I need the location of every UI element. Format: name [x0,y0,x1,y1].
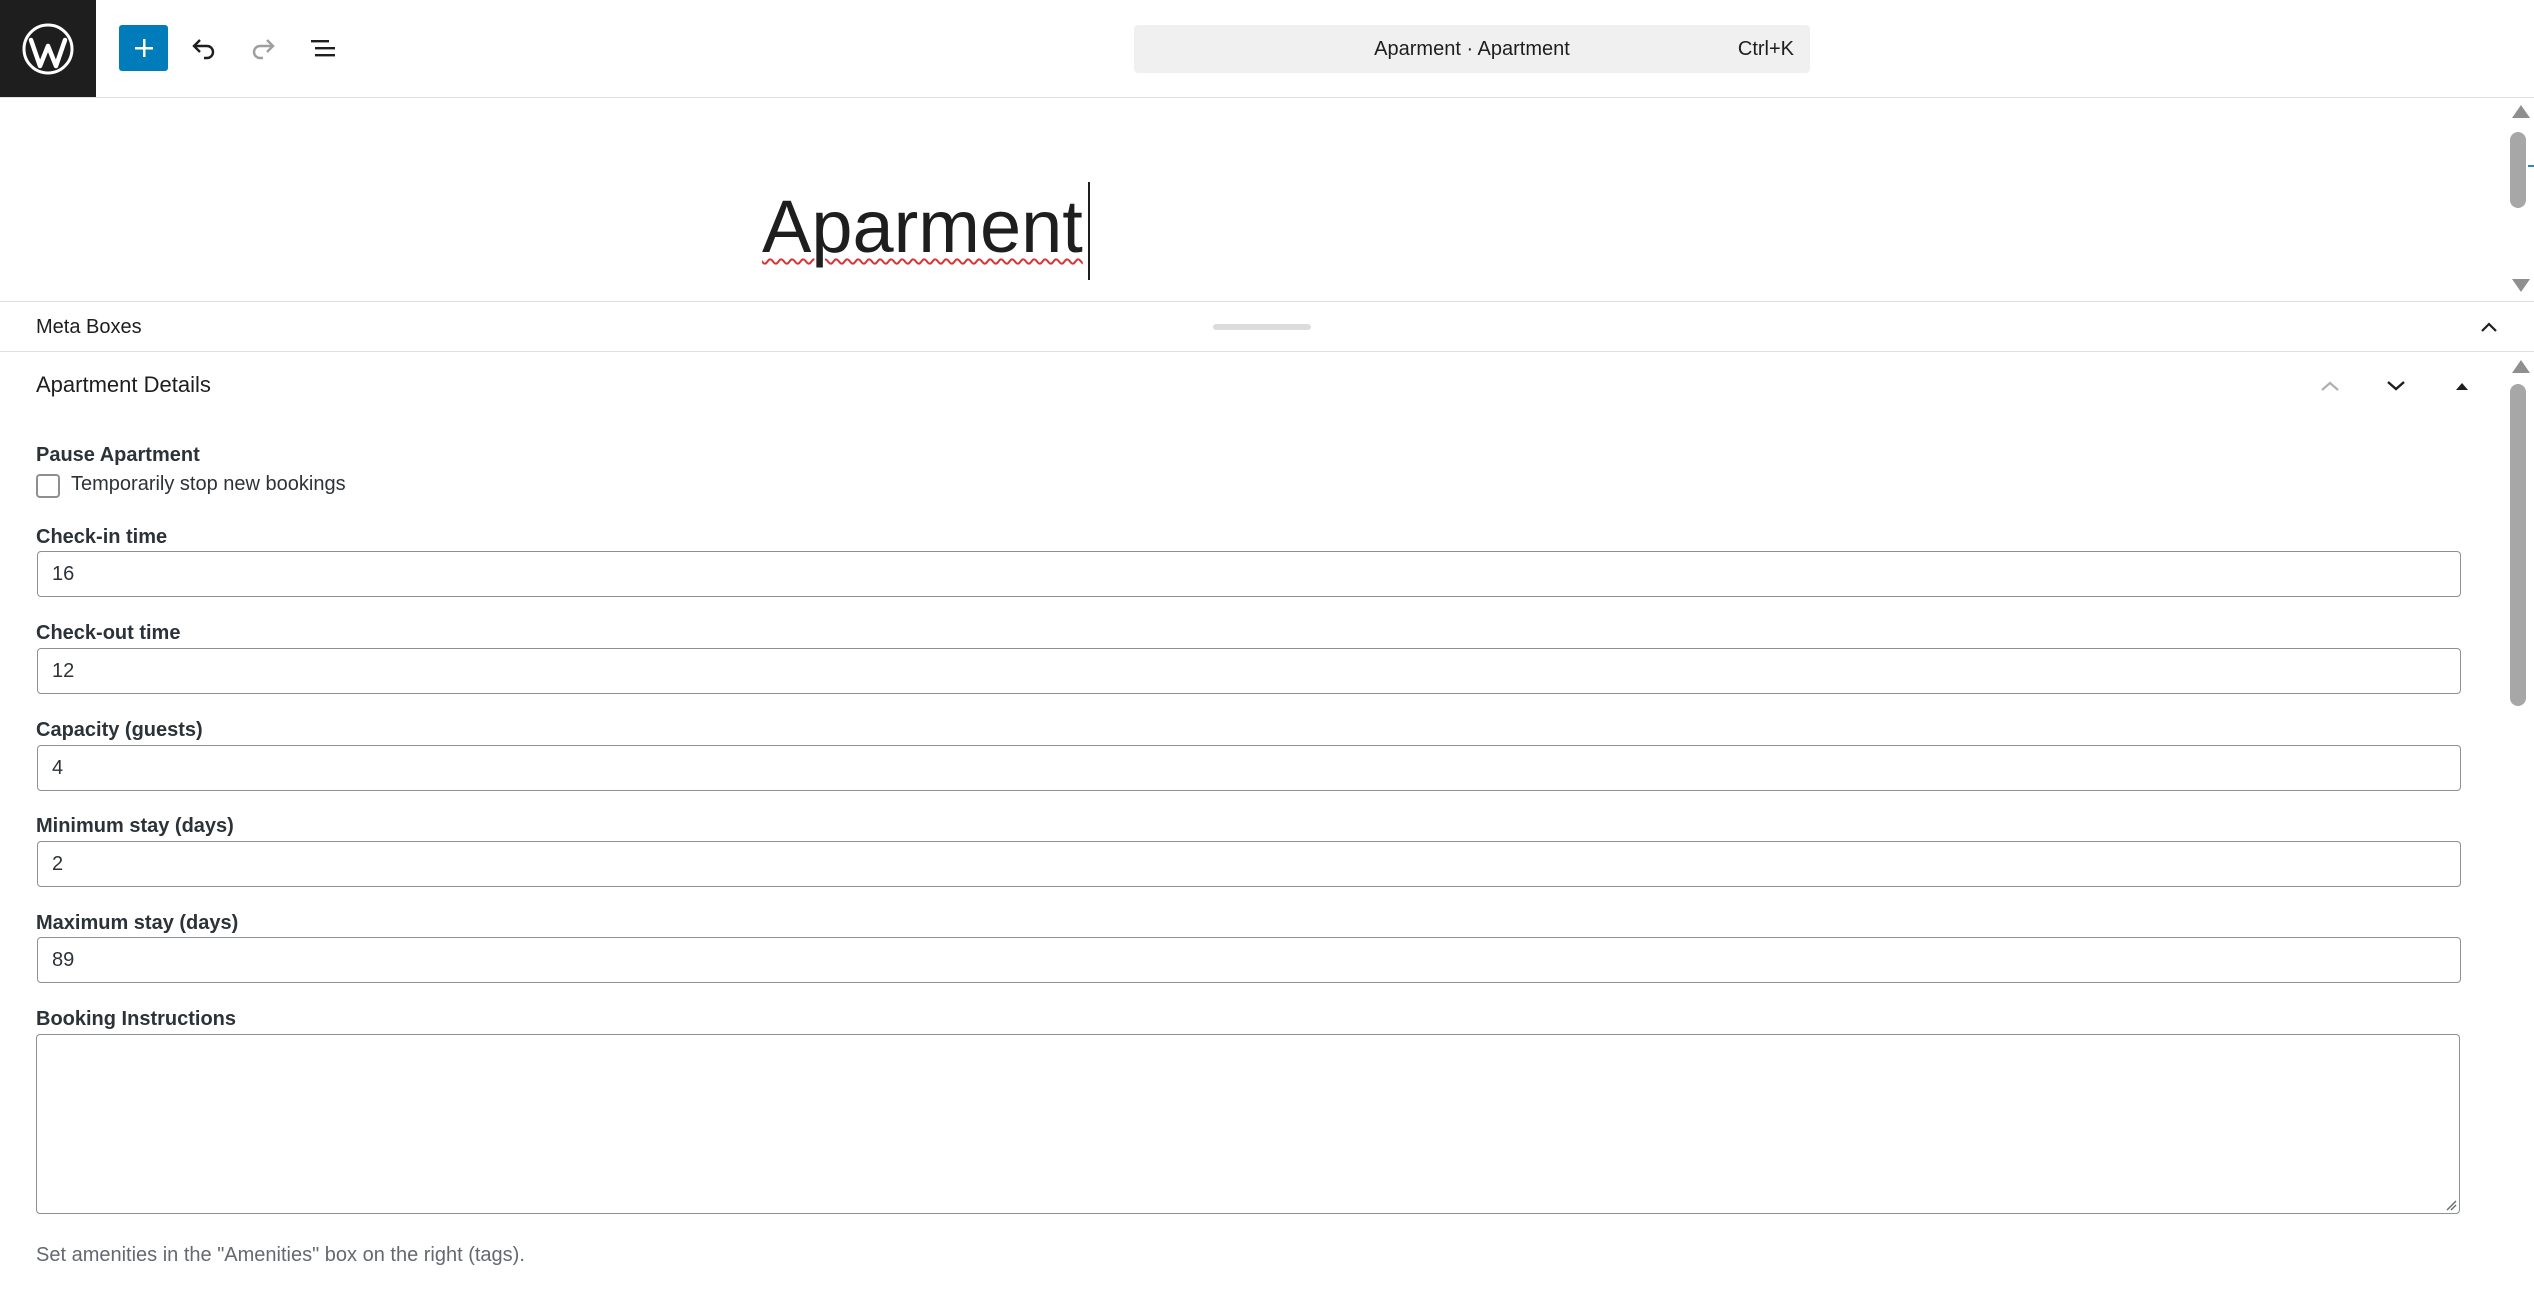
toggle-panel-button[interactable] [2442,366,2482,406]
amenities-help-text: Set amenities in the "Amenities" box on … [36,1244,525,1266]
redo-icon [252,39,275,60]
scroll-down-arrow-icon[interactable] [2512,279,2530,292]
list-view-button[interactable] [300,25,346,71]
scrollbar-thumb[interactable] [2510,384,2526,706]
booking-instructions-label: Booking Instructions [36,1008,236,1030]
canvas-scrollbar[interactable] [2506,98,2534,302]
meta-boxes-collapse-button[interactable] [2474,312,2504,342]
scroll-up-arrow-icon[interactable] [2512,105,2530,118]
text-caret [1088,182,1090,280]
checkout-time-input[interactable]: 12 [37,648,2461,694]
checkout-time-label: Check-out time [36,622,181,644]
meta-boxes-label: Meta Boxes [36,316,142,338]
chevron-down-icon [2387,381,2405,391]
apartment-details-panel: Apartment Details Pause Apartment Tempor… [0,352,2534,1300]
command-palette-bar[interactable]: Aparment · Apartment Ctrl+K [1134,25,1810,73]
maximum-stay-input[interactable]: 89 [37,937,2461,983]
pause-apartment-checkbox[interactable] [36,474,60,498]
chevron-up-icon [2481,322,2497,332]
pause-apartment-label: Pause Apartment [36,444,200,466]
meta-boxes-header: Meta Boxes [0,302,2534,352]
plus-icon [134,39,153,57]
booking-instructions-textarea[interactable] [36,1034,2460,1214]
wordpress-logo-icon[interactable] [0,0,96,97]
resize-handle[interactable] [1213,324,1311,330]
pause-apartment-checkbox-label[interactable]: Temporarily stop new bookings [71,473,346,496]
editor-header: Aparment · Apartment Ctrl+K [0,0,2534,98]
minimum-stay-label: Minimum stay (days) [36,815,234,837]
shortcut-hint: Ctrl+K [1737,38,1794,60]
panel-title: Apartment Details [36,372,211,397]
move-up-button[interactable] [2310,366,2350,406]
undo-button[interactable] [181,25,227,71]
scroll-up-arrow-icon[interactable] [2512,360,2530,373]
list-view-icon [311,40,335,57]
panel-scrollbar[interactable] [2506,352,2534,1300]
checkin-time-input[interactable]: 16 [37,551,2461,597]
caret-up-icon [2456,383,2468,390]
editor-canvas: Aparment [0,98,2534,302]
move-down-button[interactable] [2376,366,2416,406]
minimum-stay-input[interactable]: 2 [37,841,2461,887]
undo-icon [192,39,215,60]
maximum-stay-label: Maximum stay (days) [36,912,239,934]
resize-grip-icon[interactable] [2443,1197,2457,1211]
edge-indicator [2528,165,2534,167]
capacity-input[interactable]: 4 [37,745,2461,791]
post-title[interactable]: Aparment [762,190,1083,264]
add-block-button[interactable] [119,25,168,71]
document-title: Aparment · Apartment [1374,38,1570,60]
redo-button[interactable] [240,25,286,71]
checkin-time-label: Check-in time [36,526,168,548]
chevron-up-icon [2321,381,2339,391]
capacity-label: Capacity (guests) [36,719,203,741]
scrollbar-thumb[interactable] [2510,132,2526,208]
